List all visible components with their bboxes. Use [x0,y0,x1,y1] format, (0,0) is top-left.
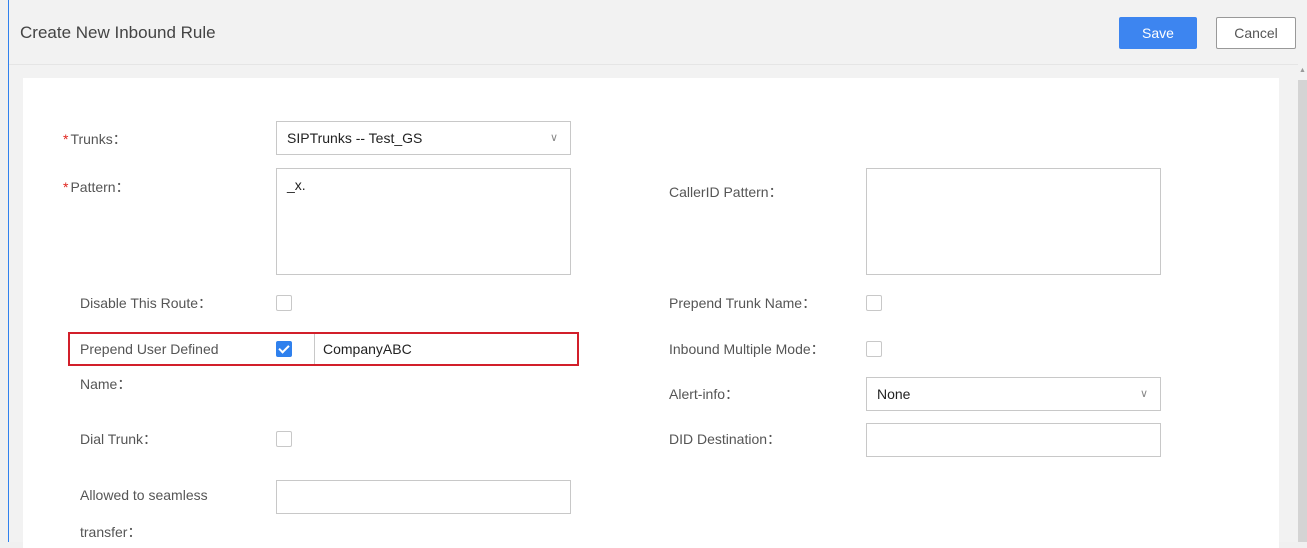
scroll-up-arrow-icon[interactable]: ▲ [1298,66,1307,76]
pattern-label: * Pattern： [63,179,130,195]
disable-route-label: Disable This Route： [80,295,213,311]
dial-trunk-checkbox[interactable] [276,431,292,447]
form-panel: * Trunks： SIPTrunks -- Test_GS ∨ * Pattern… [23,78,1279,548]
alert-info-select-value: None [877,386,911,402]
scrollbar-thumb[interactable] [1298,80,1307,542]
did-destination-input[interactable] [866,423,1161,457]
checkmark-icon [278,342,290,354]
trunks-select-value: SIPTrunks -- Test_GS [287,130,423,146]
prepend-user-defined-label-line2: Name： [80,376,132,392]
chevron-down-icon: ∨ [549,132,558,144]
disable-route-checkbox[interactable] [276,295,292,311]
dial-trunk-label: Dial Trunk： [80,431,158,447]
inbound-multiple-mode-label: Inbound Multiple Mode： [669,341,825,357]
alert-info-label: Alert-info： [669,386,740,402]
seamless-transfer-input[interactable] [276,480,571,514]
required-marker: * [63,179,69,195]
callerid-pattern-textarea[interactable] [866,168,1161,275]
page-title: Create New Inbound Rule [20,23,216,42]
inbound-rule-window: Create New Inbound Rule Save Cancel ▲ * T… [8,0,1307,548]
prepend-trunk-name-checkbox[interactable] [866,295,882,311]
title-bar: Create New Inbound Rule Save Cancel [9,0,1307,65]
prepend-user-defined-input[interactable]: CompanyABC [323,338,412,360]
chevron-down-icon: ∨ [1139,388,1148,400]
required-marker: * [63,131,69,147]
inbound-multiple-mode-checkbox[interactable] [866,341,882,357]
cancel-button[interactable]: Cancel [1216,17,1296,49]
field-divider [314,334,315,364]
seamless-transfer-label: Allowed to seamless [80,487,208,503]
callerid-pattern-label: CallerID Pattern： [669,184,783,200]
prepend-user-defined-checkbox[interactable] [276,341,292,357]
trunks-select[interactable]: SIPTrunks -- Test_GS ∨ [276,121,571,155]
did-destination-label: DID Destination： [669,431,782,447]
trunks-label: * Trunks： [63,131,127,147]
save-button[interactable]: Save [1119,17,1197,49]
alert-info-select[interactable]: None ∨ [866,377,1161,411]
seamless-transfer-label-line2: transfer： [80,524,142,540]
prepend-trunk-name-label: Prepend Trunk Name： [669,295,817,311]
pattern-textarea[interactable]: _x. [276,168,571,275]
prepend-user-defined-label: Prepend User Defined [80,341,219,357]
